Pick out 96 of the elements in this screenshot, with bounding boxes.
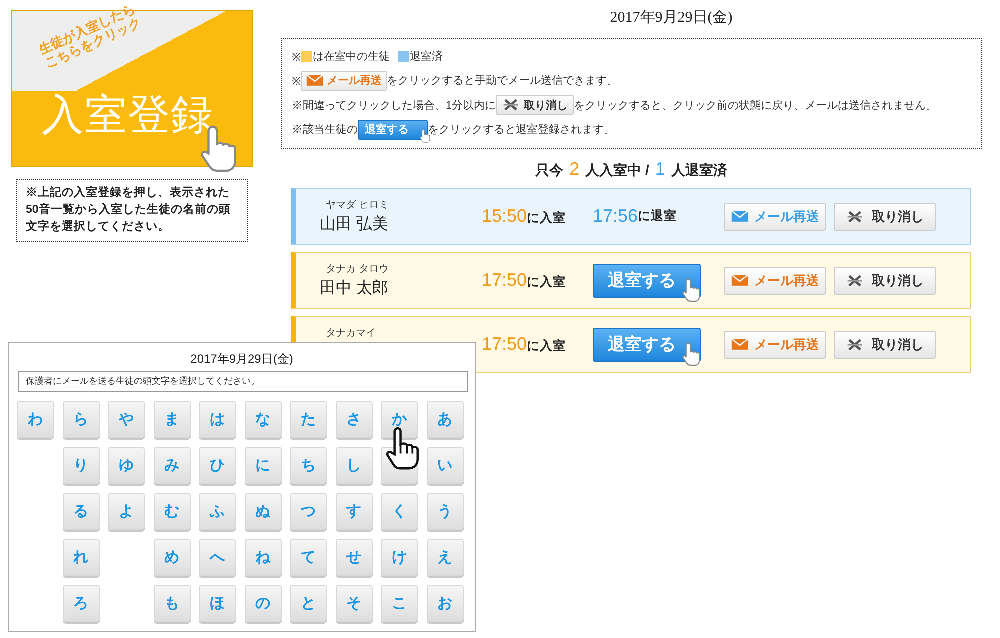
kana-key[interactable]: つ — [290, 493, 327, 530]
out-count: 1 — [655, 159, 666, 180]
kana-key[interactable]: あ — [426, 401, 464, 438]
cancel-button[interactable]: 取り消し — [834, 266, 936, 294]
envelope-icon — [306, 74, 324, 88]
kana-key[interactable]: み — [154, 447, 190, 484]
kana-key[interactable]: く — [381, 493, 418, 530]
banner-title: 入室登録 — [42, 90, 214, 140]
cancel-button[interactable]: 取り消し — [834, 330, 936, 358]
time-suffix: に入室 — [527, 274, 566, 291]
kana-key[interactable]: と — [290, 585, 327, 622]
exit-button[interactable]: 退室する — [593, 264, 701, 298]
hand-pointer-icon — [681, 342, 703, 368]
kana-key[interactable]: け — [381, 539, 418, 576]
kana-key[interactable]: う — [426, 493, 464, 530]
legend-text: ※間違ってクリックした場合、1分以内に — [292, 98, 496, 113]
kana-key[interactable]: て — [290, 539, 327, 576]
envelope-icon — [730, 274, 748, 287]
cancel-button[interactable]: 取り消し — [496, 95, 574, 116]
resend-mail-button[interactable]: メール再送 — [301, 70, 387, 91]
page-date: 2017年9月29日(金) — [609, 9, 734, 28]
kana-key[interactable]: さ — [336, 401, 372, 438]
student-name: 山田 弘美 — [320, 214, 390, 235]
cancel-icon — [846, 272, 864, 288]
kana-key[interactable]: せ — [336, 539, 372, 576]
legend-text: ※ — [292, 75, 301, 88]
exit-button[interactable]: 退室する — [593, 328, 701, 362]
kana-key[interactable]: し — [336, 447, 372, 484]
kana-key[interactable]: ひ — [199, 447, 236, 484]
name-reading: タナカマイ — [325, 327, 377, 340]
kana-key[interactable]: の — [244, 585, 282, 622]
kana-key[interactable]: ぬ — [244, 493, 282, 530]
entry-time: 17:50 — [482, 334, 528, 355]
kana-key[interactable]: ま — [154, 401, 190, 438]
in-count: 2 — [570, 159, 580, 180]
cancel-icon — [502, 97, 520, 114]
kana-key[interactable]: え — [426, 539, 464, 576]
cancel-button[interactable]: 取り消し — [834, 202, 936, 230]
kana-key[interactable]: そ — [336, 585, 372, 622]
student-name: 田中 太郎 — [320, 278, 390, 299]
entry-time: 15:50 — [482, 206, 528, 227]
kana-key[interactable]: に — [244, 447, 282, 484]
picker-date: 2017年9月29日(金) — [190, 351, 294, 365]
entry-time: 17:50 — [482, 270, 528, 291]
kana-key[interactable]: ほ — [199, 585, 236, 622]
legend-text: をクリックすると手動でメール送信できます。 — [387, 74, 618, 88]
envelope-icon — [730, 210, 748, 223]
legend-text: 退室済 — [410, 50, 443, 64]
kana-key[interactable]: り — [62, 447, 100, 484]
kana-key[interactable]: ね — [244, 539, 282, 576]
kana-key[interactable]: ふ — [199, 493, 236, 530]
kana-key[interactable]: た — [290, 401, 327, 438]
kana-key[interactable]: む — [154, 493, 190, 530]
kana-key[interactable]: れ — [62, 539, 100, 576]
summary-text: 人退室済 — [671, 162, 728, 180]
kana-key[interactable]: か — [381, 401, 418, 438]
kana-key[interactable]: へ — [199, 539, 236, 576]
name-reading: ヤマダ ヒロミ — [325, 199, 390, 212]
summary-text: 人入室中 / — [586, 162, 650, 180]
kana-key[interactable]: わ — [17, 401, 54, 438]
legend-text: は在室中の生徒 — [313, 50, 390, 64]
resend-mail-button[interactable]: メール再送 — [724, 202, 826, 230]
kana-key[interactable]: よ — [108, 493, 145, 530]
instruction-note: ※上記の入室登録を押し、表示された50音一覧から入室した生徒の名前の頭文字を選択してください。 — [16, 179, 248, 242]
kana-key[interactable]: な — [244, 401, 282, 438]
legend-text: をクリックすると、クリック前の状態に戻り、メールは送信されません。 — [574, 98, 938, 113]
exit-button[interactable]: 退室する — [358, 120, 428, 140]
kana-key[interactable]: は — [199, 401, 236, 438]
legend-text: ※該当生徒の — [292, 122, 358, 138]
kana-key[interactable]: ろ — [62, 585, 100, 622]
kana-key[interactable]: め — [154, 539, 190, 576]
time-suffix: に入室 — [527, 210, 566, 227]
kana-key[interactable]: ら — [62, 401, 100, 438]
legend-text: ※ — [292, 50, 301, 64]
kana-key[interactable]: ち — [290, 447, 327, 484]
time-suffix: に入室 — [527, 338, 566, 355]
legend-text: をクリックすると退室登録されます。 — [428, 122, 615, 138]
exit-time: 17:56 — [593, 206, 638, 227]
name-reading: タナカ タロウ — [325, 263, 390, 276]
kana-key[interactable]: も — [154, 585, 190, 622]
cancel-icon — [846, 208, 864, 224]
kana-key[interactable]: お — [426, 585, 464, 622]
instruction-field: 保護者にメールを送る生徒の頭文字を選択してください。 — [18, 371, 468, 392]
kana-key[interactable]: る — [62, 493, 100, 530]
envelope-icon — [730, 338, 748, 351]
kana-key[interactable]: す — [336, 493, 372, 530]
kana-key[interactable]: や — [108, 401, 145, 438]
resend-mail-button[interactable]: メール再送 — [724, 266, 826, 294]
resend-mail-button[interactable]: メール再送 — [724, 330, 826, 358]
kana-key[interactable]: ゆ — [108, 447, 145, 484]
kana-key[interactable]: こ — [381, 585, 418, 622]
kana-key[interactable]: い — [426, 447, 464, 484]
hand-pointer-icon — [681, 278, 703, 304]
cancel-icon — [846, 336, 864, 352]
time-suffix: に退室 — [638, 208, 678, 225]
summary-text: 只今 — [536, 162, 564, 180]
